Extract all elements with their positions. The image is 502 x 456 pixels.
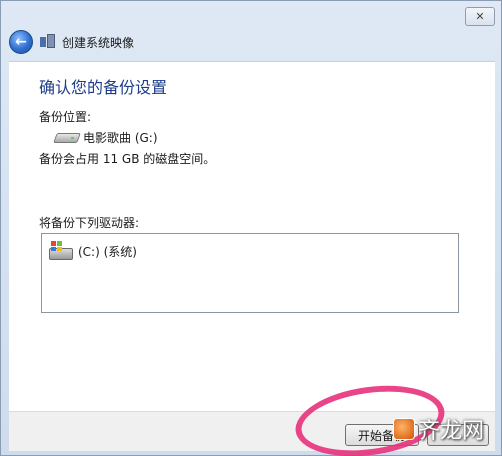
system-image-icon xyxy=(40,34,56,50)
close-icon: ✕ xyxy=(475,10,485,23)
watermark-logo-icon xyxy=(393,418,415,440)
space-note: 备份会占用 11 GB 的磁盘空间。 xyxy=(39,152,216,166)
windows-system-drive-icon xyxy=(48,240,74,262)
list-item[interactable]: (C:) (系统) xyxy=(48,240,137,262)
nav-bar: ← 创建系统映像 xyxy=(9,29,134,55)
watermark: 齐龙网 xyxy=(393,413,484,445)
wizard-window: ✕ ← 创建系统映像 确认您的备份设置 备份位置: 电影歌曲 (G:) 备份会占… xyxy=(0,0,502,456)
window-title: 创建系统映像 xyxy=(62,35,135,50)
back-arrow-icon: ← xyxy=(15,34,27,50)
backup-location-label: 备份位置: xyxy=(39,110,92,124)
backup-drive-row: 电影歌曲 (G:) xyxy=(53,128,158,146)
wizard-content: 确认您的备份设置 备份位置: 电影歌曲 (G:) 备份会占用 11 GB 的磁盘… xyxy=(9,61,495,411)
drive-name: (C:) (系统) xyxy=(78,244,137,259)
close-button[interactable]: ✕ xyxy=(465,7,495,26)
page-title: 确认您的备份设置 xyxy=(39,78,168,97)
drives-listbox[interactable]: (C:) (系统) xyxy=(41,233,459,313)
watermark-text: 齐龙网 xyxy=(418,419,485,444)
hard-drive-icon xyxy=(53,128,81,146)
back-button[interactable]: ← xyxy=(9,30,33,54)
drives-list-label: 将备份下列驱动器: xyxy=(39,216,140,230)
backup-drive-name: 电影歌曲 (G:) xyxy=(83,130,158,145)
